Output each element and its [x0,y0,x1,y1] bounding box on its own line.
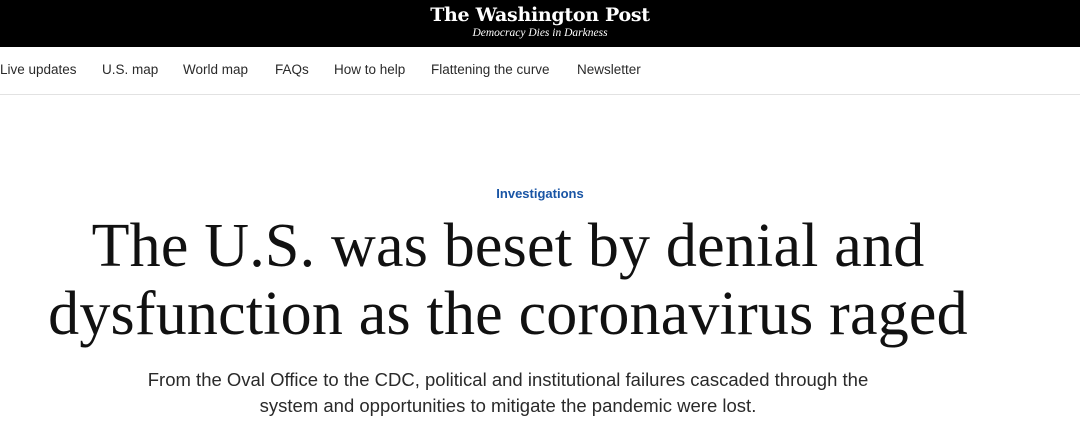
article-dek: From the Oval Office to the CDC, politic… [0,367,1016,419]
nav-item-flattening-the-curve[interactable]: Flattening the curve [431,62,550,77]
headline-line-2: dysfunction as the coronavirus raged [48,280,968,348]
section-nav: Live updates U.S. map World map FAQs How… [0,47,1080,95]
nav-item-world-map[interactable]: World map [183,62,248,77]
nav-item-us-map[interactable]: U.S. map [102,62,158,77]
nav-item-how-to-help[interactable]: How to help [334,62,405,77]
nav-item-faqs[interactable]: FAQs [275,62,309,77]
headline-line-1: The U.S. was beset by denial and [91,212,925,280]
washington-post-logo[interactable]: The Washington Post [0,4,1080,26]
nav-item-newsletter[interactable]: Newsletter [577,62,641,77]
nav-item-live-updates[interactable]: Live updates [0,62,77,77]
section-kicker-link[interactable]: Investigations [0,186,1080,201]
dek-line-1: From the Oval Office to the CDC, politic… [147,369,869,390]
dek-line-2: system and opportunities to mitigate the… [259,395,757,416]
article-headline: The U.S. was beset by denial and dysfunc… [0,212,1016,348]
masthead: The Washington Post Democracy Dies in Da… [0,0,1080,47]
masthead-tagline: Democracy Dies in Darkness [472,27,608,39]
